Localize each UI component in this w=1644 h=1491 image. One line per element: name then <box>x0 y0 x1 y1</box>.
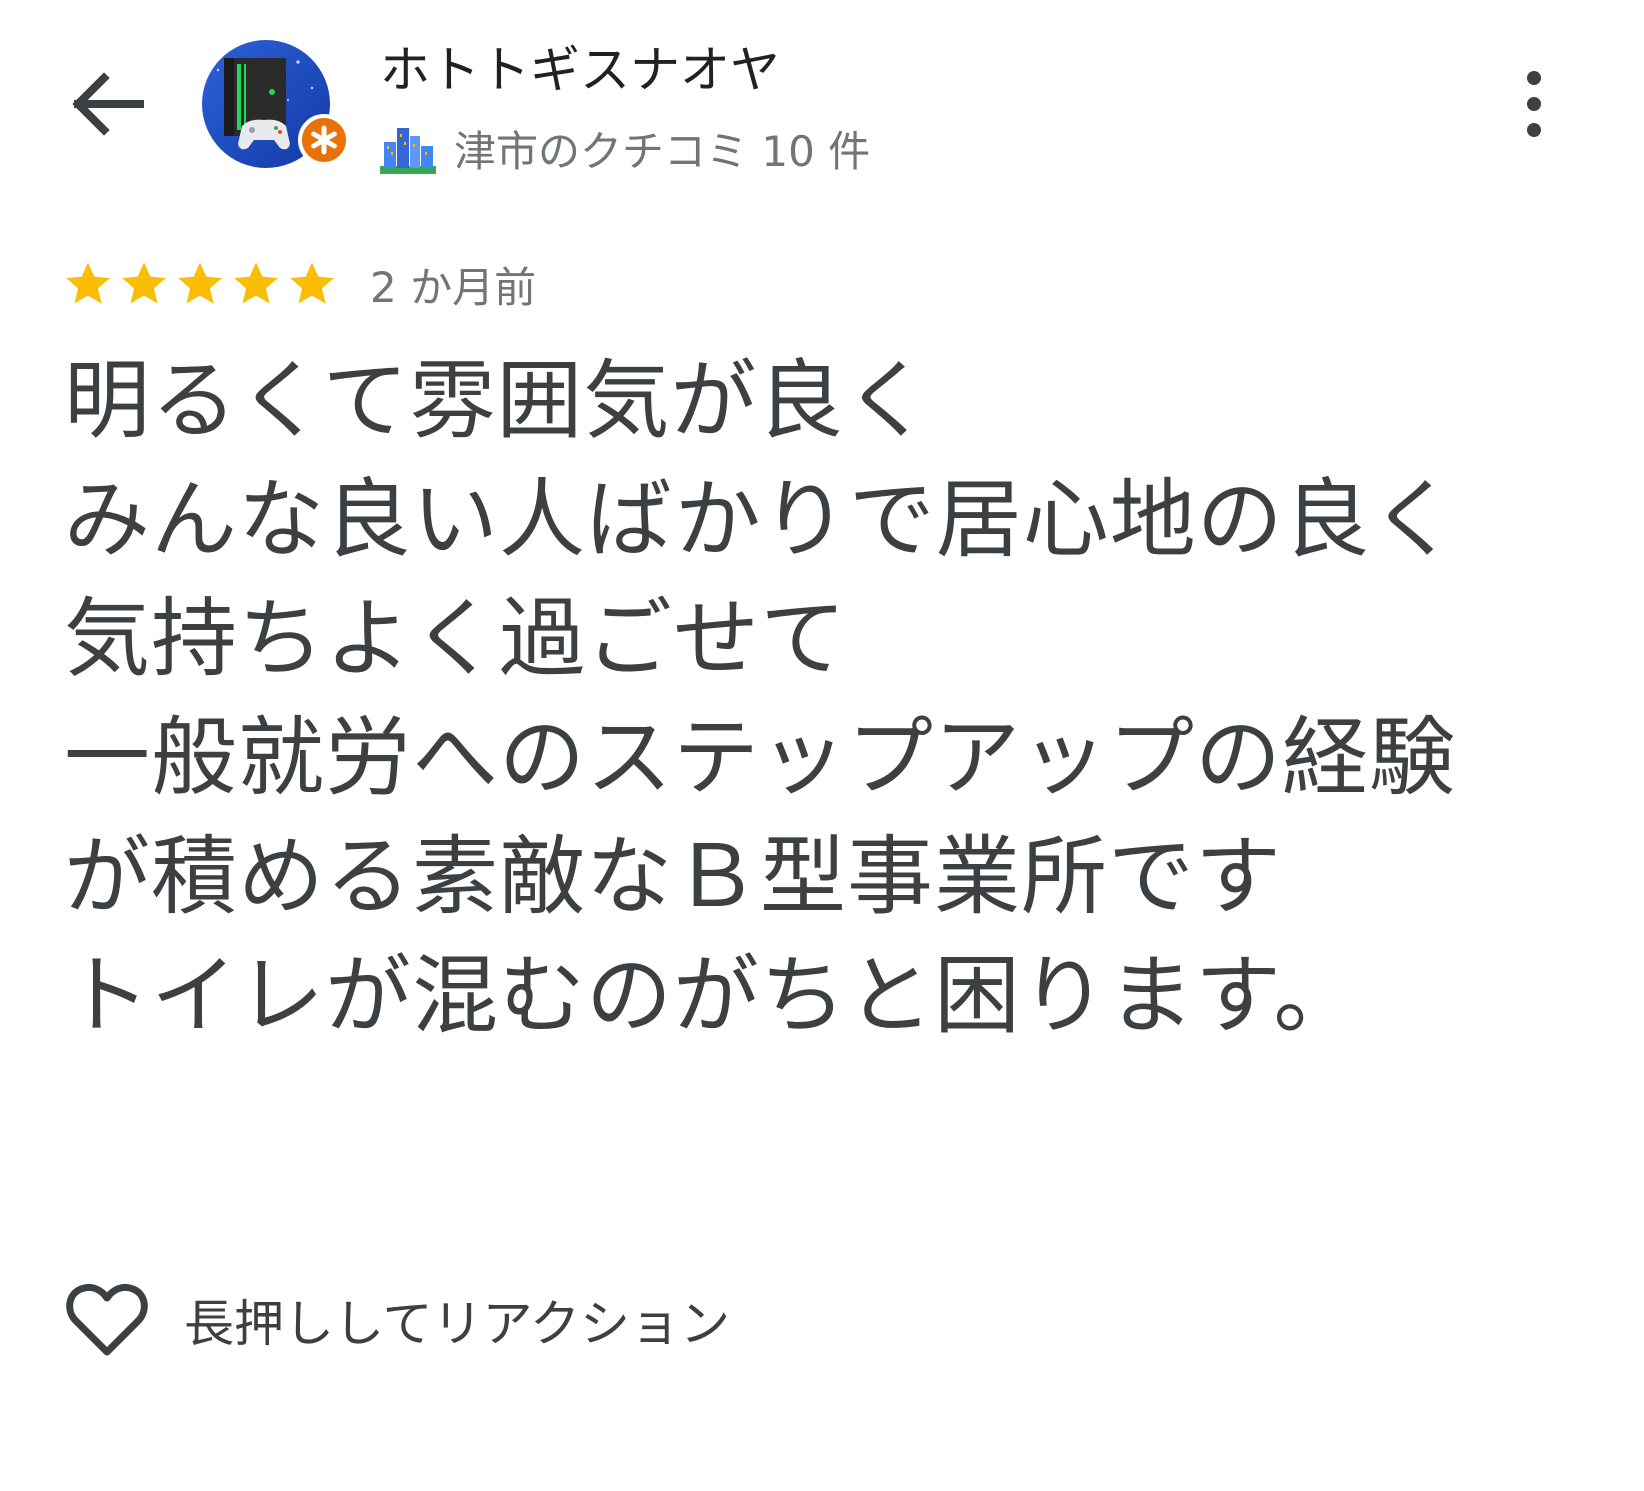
more-options-button[interactable] <box>1510 62 1558 146</box>
star-icon <box>178 262 222 304</box>
star-icon <box>122 262 166 304</box>
review-time: 2 か月前 <box>370 262 537 312</box>
star-icon <box>66 262 110 304</box>
star-icon <box>234 262 278 304</box>
city-buildings-icon <box>380 128 436 174</box>
heart-outline-icon <box>66 1283 148 1356</box>
rating-row: 2 か月前 <box>62 252 536 316</box>
user-name[interactable]: ホトトギスナオヤ <box>380 38 780 102</box>
review-count-line[interactable]: 津市のクチコミ 10 件 <box>380 118 870 178</box>
reaction-button[interactable]: 長押ししてリアクション <box>64 1280 730 1360</box>
review-count-text: 津市のクチコミ 10 件 <box>454 126 871 176</box>
star-rating <box>62 258 342 310</box>
local-guide-badge-icon <box>298 114 350 166</box>
review-header: ホトトギスナオヤ 津市のクチコミ 10 件 <box>0 0 1644 200</box>
review-text: 明るくて雰囲気が良く みんな良い人ばかりで居心地の良く 気持ちよく過ごせて 一般… <box>64 351 1458 1046</box>
more-vert-icon <box>1527 71 1541 137</box>
arrow-back-icon <box>72 72 144 136</box>
reaction-label: 長押ししてリアクション <box>184 1295 730 1353</box>
star-icon <box>290 262 334 304</box>
back-button[interactable] <box>66 68 146 140</box>
